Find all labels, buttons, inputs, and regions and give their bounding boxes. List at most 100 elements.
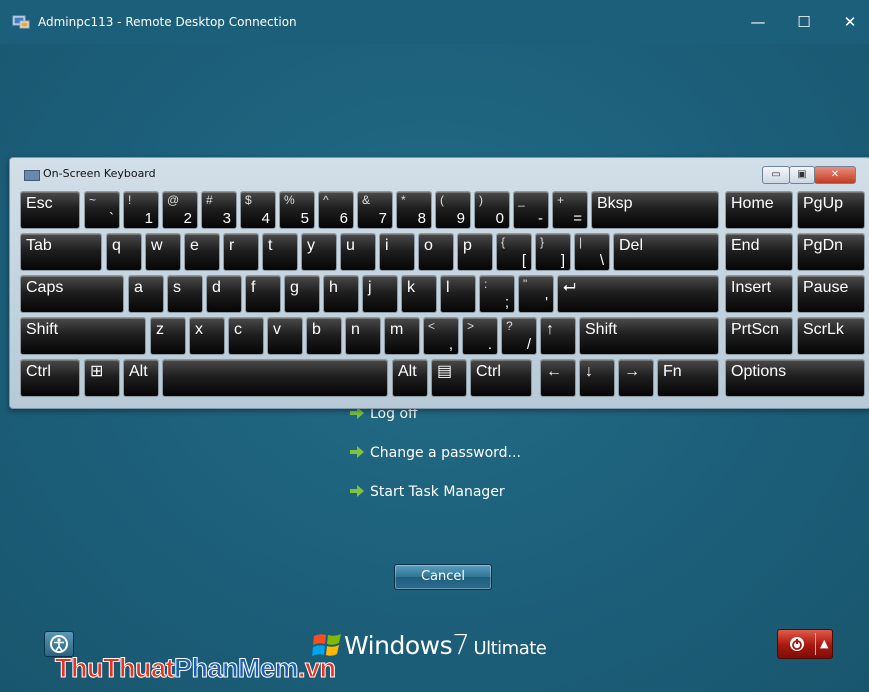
key-label: p — [463, 237, 472, 254]
key-5[interactable]: % 5 — [279, 191, 315, 229]
key-g[interactable]: g — [284, 275, 320, 313]
key-shift[interactable]: Shift — [579, 317, 719, 355]
start-task-manager-option[interactable]: Start Task Manager — [350, 484, 505, 500]
key-[interactable]: + = — [552, 191, 588, 229]
key-p[interactable]: p — [457, 233, 493, 271]
key-alt[interactable]: Alt — [392, 359, 428, 397]
key-shift[interactable]: Shift — [20, 317, 146, 355]
key-f[interactable]: f — [245, 275, 281, 313]
key-[interactable]: ? / — [501, 317, 537, 355]
key-pgdn[interactable]: PgDn — [797, 233, 865, 271]
key-q[interactable]: q — [106, 233, 142, 271]
key-[interactable]: _ - — [513, 191, 549, 229]
key-4[interactable]: $4 — [240, 191, 276, 229]
key-pause[interactable]: Pause — [797, 275, 865, 313]
key-l[interactable]: l — [440, 275, 476, 313]
key-[interactable]: " ' — [518, 275, 554, 313]
key-x[interactable]: x — [189, 317, 225, 355]
key-label: ] — [560, 252, 565, 269]
key-scrlk[interactable]: ScrLk — [797, 317, 865, 355]
key-[interactable]: {[ — [496, 233, 532, 271]
key-d[interactable]: d — [206, 275, 242, 313]
maximize-button[interactable]: ☐ — [784, 8, 824, 36]
key-z[interactable]: z — [150, 317, 186, 355]
key-6[interactable]: ^ 6 — [318, 191, 354, 229]
key-2[interactable]: @2 — [162, 191, 198, 229]
key-label: Caps — [26, 279, 64, 296]
key-3[interactable]: #3 — [201, 191, 237, 229]
key-label: ← — [546, 363, 562, 380]
key-[interactable]: ← — [540, 359, 576, 397]
key-shift-label: ^ — [323, 193, 329, 207]
shutdown-button[interactable]: ▲ — [777, 629, 833, 659]
key-ctrl[interactable]: Ctrl — [20, 359, 80, 397]
key-pgup[interactable]: PgUp — [797, 191, 865, 229]
key-prtscn[interactable]: PrtScn — [725, 317, 793, 355]
key-caps[interactable]: Caps — [20, 275, 124, 313]
key-fn[interactable]: Fn — [657, 359, 719, 397]
key-0[interactable]: ) 0 — [474, 191, 510, 229]
key-insert[interactable]: Insert — [725, 275, 793, 313]
key-esc[interactable]: Esc — [20, 191, 80, 229]
key-space[interactable] — [162, 359, 388, 397]
close-button[interactable]: ✕ — [830, 8, 869, 36]
key-8[interactable]: * 8 — [396, 191, 432, 229]
key-label: Alt — [129, 363, 148, 380]
key-v[interactable]: v — [267, 317, 303, 355]
key-e[interactable]: e — [184, 233, 220, 271]
key-u[interactable]: u — [340, 233, 376, 271]
key-end[interactable]: End — [725, 233, 793, 271]
key-m[interactable]: m — [384, 317, 420, 355]
key-s[interactable]: s — [167, 275, 203, 313]
key-w[interactable]: w — [145, 233, 181, 271]
key-label: [ — [521, 252, 526, 269]
key-options[interactable]: Options — [725, 359, 865, 397]
key-shift-label: % — [284, 193, 295, 207]
key-[interactable]: >. — [462, 317, 498, 355]
key-j[interactable]: j — [362, 275, 398, 313]
key-o[interactable]: o — [418, 233, 454, 271]
key-c[interactable]: c — [228, 317, 264, 355]
key-label: w — [151, 237, 163, 254]
key-k[interactable]: k — [401, 275, 437, 313]
key-[interactable]: → — [618, 359, 654, 397]
key-label: Alt — [398, 363, 417, 380]
key-ctrl[interactable]: Ctrl — [470, 359, 532, 397]
key-[interactable]: ▤ — [431, 359, 467, 397]
change-password-option[interactable]: Change a password... — [350, 445, 521, 461]
key-b[interactable]: b — [306, 317, 342, 355]
key-h[interactable]: h — [323, 275, 359, 313]
key-[interactable]: ⊞ — [84, 359, 120, 397]
key-[interactable]: | \ — [574, 233, 610, 271]
key-7[interactable]: & 7 — [357, 191, 393, 229]
key-del[interactable]: Del — [613, 233, 719, 271]
key-y[interactable]: y — [301, 233, 337, 271]
minimize-button[interactable]: — — [738, 8, 778, 36]
osk-minimize-button[interactable]: ▭ — [762, 166, 790, 184]
key-label: ` — [109, 210, 114, 227]
key-[interactable]: ⮠ — [557, 275, 719, 313]
key-a[interactable]: a — [128, 275, 164, 313]
key-[interactable]: }] — [535, 233, 571, 271]
key-9[interactable]: (9 — [435, 191, 471, 229]
key-alt[interactable]: Alt — [123, 359, 159, 397]
key-r[interactable]: r — [223, 233, 259, 271]
key-i[interactable]: i — [379, 233, 415, 271]
shutdown-options-arrow-icon[interactable]: ▲ — [820, 637, 828, 650]
key-n[interactable]: n — [345, 317, 381, 355]
key-t[interactable]: t — [262, 233, 298, 271]
key-label: ⮠ — [563, 279, 576, 296]
key-1[interactable]: ! 1 — [123, 191, 159, 229]
key-[interactable]: <, — [423, 317, 459, 355]
key-home[interactable]: Home — [725, 191, 793, 229]
key-tab[interactable]: Tab — [20, 233, 102, 271]
osk-maximize-button[interactable]: ▣ — [789, 166, 815, 184]
key-bksp[interactable]: Bksp — [591, 191, 719, 229]
key-[interactable]: :; — [479, 275, 515, 313]
cancel-button[interactable]: Cancel — [394, 564, 492, 590]
key-[interactable]: ↓ — [579, 359, 615, 397]
key-[interactable]: ↑ — [540, 317, 576, 355]
key-shift-label: ? — [506, 319, 513, 333]
osk-close-button[interactable]: ✕ — [814, 166, 856, 184]
key-[interactable]: ~ ` — [84, 191, 120, 229]
